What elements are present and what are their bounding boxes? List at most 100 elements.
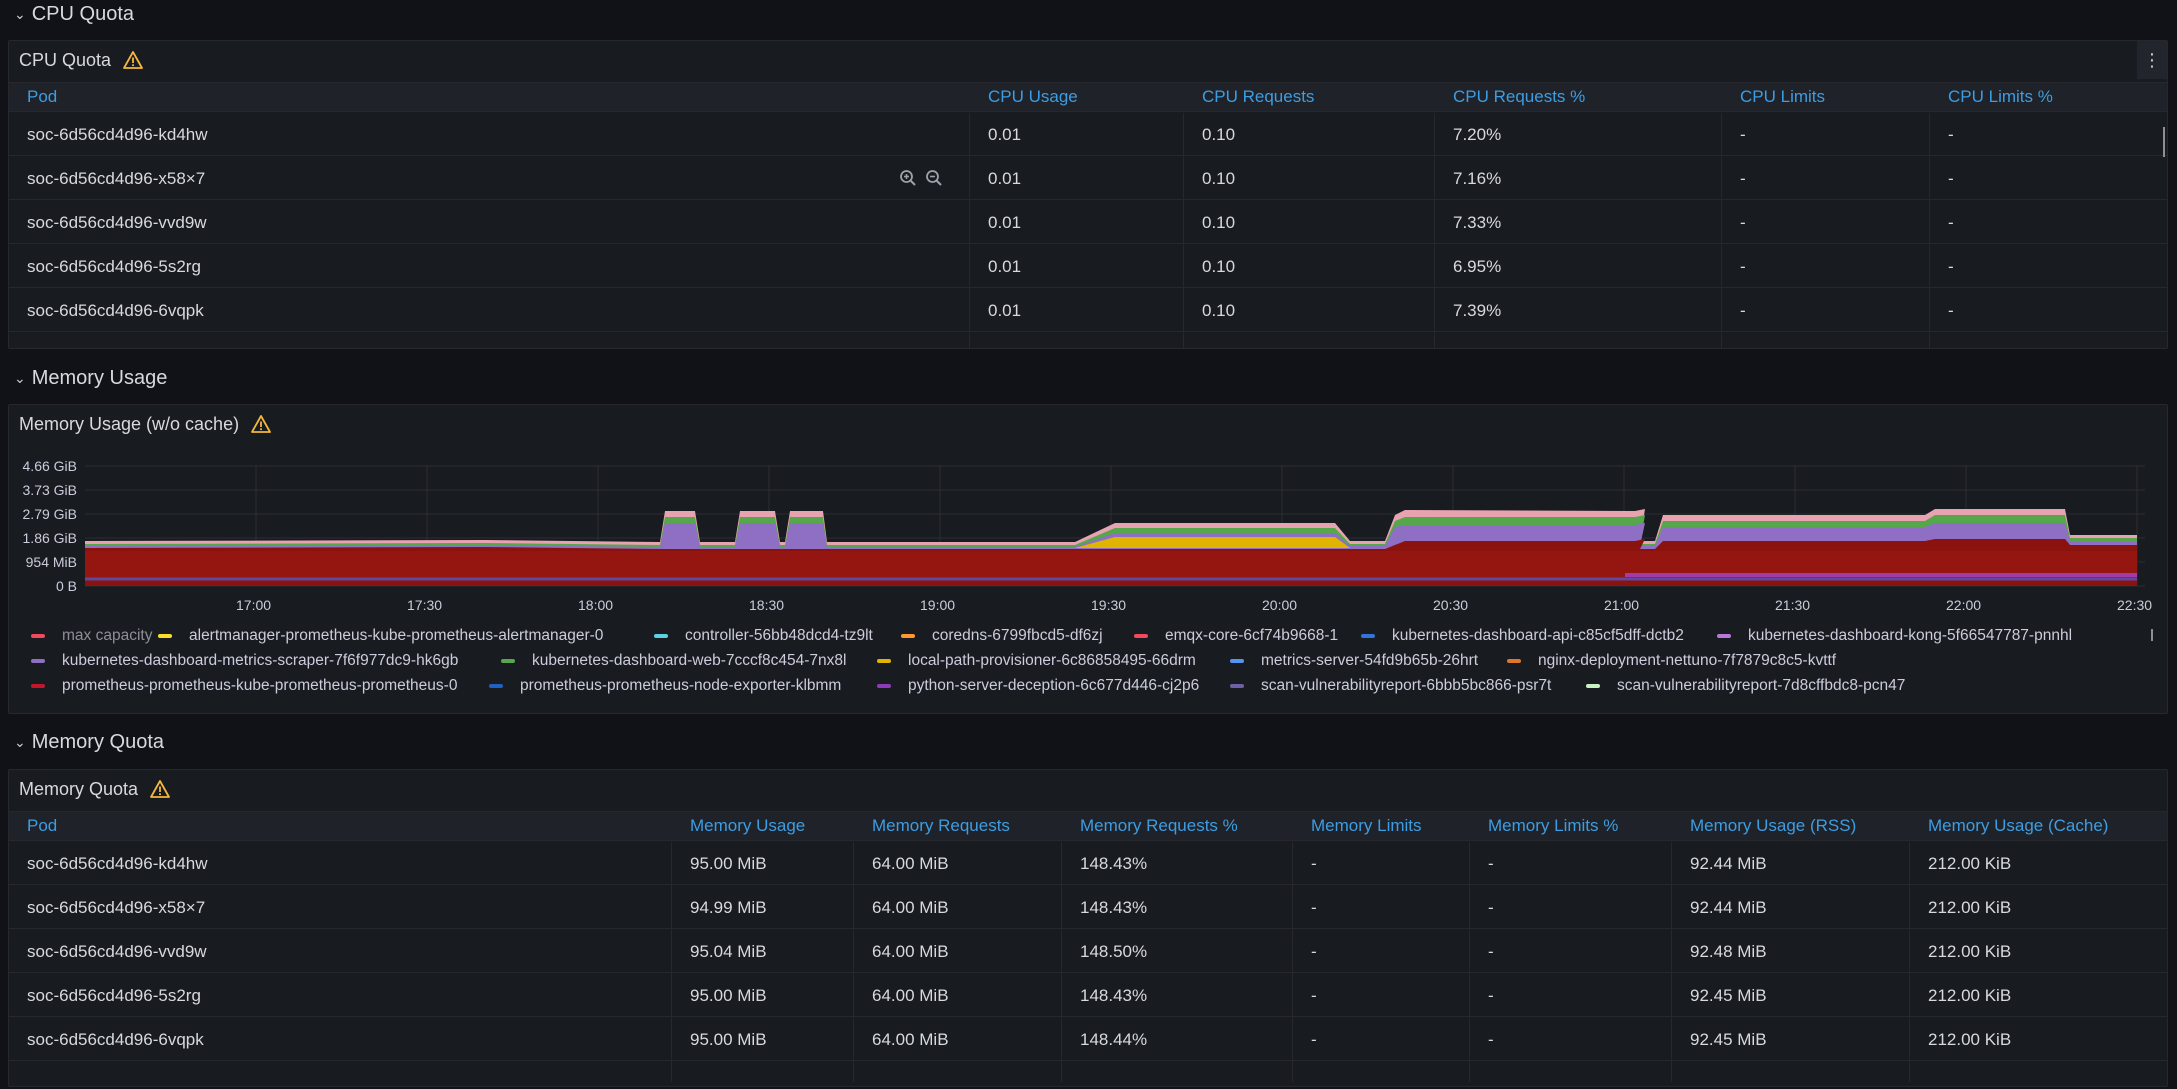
x-axis-tick: 22:00 (1946, 597, 1982, 613)
column-header-memory-requests-pct[interactable]: Memory Requests % (1080, 816, 1238, 836)
memory-usage-cell: 94.99 MiB (690, 898, 767, 917)
legend-item[interactable]: metrics-server-54fd9b65b-26hrt (1230, 652, 1478, 670)
warning-icon[interactable] (150, 780, 170, 798)
memory-requests-pct-cell: 148.43% (1080, 854, 1148, 873)
table-scrollbar[interactable] (2163, 127, 2165, 157)
table-row[interactable]: soc-6d56cd4d96-vvd9w 95.04 MiB 64.00 MiB… (9, 930, 2167, 973)
table-row[interactable]: soc-6d56cd4d96-x58×7 0.01 0.10 7.16% - - (9, 157, 2167, 200)
memory-usage-plot[interactable] (85, 465, 2145, 595)
table-row[interactable]: soc-6d56cd4d96-vvd9w 0.01 0.10 7.33% - - (9, 201, 2167, 244)
cpu-limits-pct-cell: - (1948, 125, 1954, 144)
table-row[interactable]: soc-6d56cd4d96-6vqpk 0.01 0.10 7.39% - - (9, 289, 2167, 332)
legend-item[interactable]: controller-56bb48dcd4-tz9lt (654, 627, 873, 645)
legend-item[interactable]: scan-vulnerabilityreport-7d8cffbdc8-pcn4… (1586, 677, 1905, 695)
column-header-cpu-usage[interactable]: CPU Usage (988, 87, 1078, 107)
memory-limits-pct-cell: - (1488, 1030, 1494, 1049)
column-header-memory-limits-pct[interactable]: Memory Limits % (1488, 816, 1618, 836)
legend-item[interactable]: kubernetes-dashboard-kong-5f66547787-pnn… (1717, 627, 2072, 645)
cpu-usage-cell: 0.01 (988, 301, 1022, 320)
memory-quota-table: Pod Memory Usage Memory Requests Memory … (9, 811, 2167, 1082)
column-header-cpu-limits-pct[interactable]: CPU Limits % (1948, 87, 2053, 107)
cpu-usage-cell: 0.01 (988, 125, 1022, 144)
cpu-limits-cell: - (1740, 169, 1746, 188)
column-header-memory-requests[interactable]: Memory Requests (872, 816, 1010, 836)
memory-rss-cell: 92.45 MiB (1690, 986, 1767, 1005)
y-axis-tick: 0 B (55, 578, 77, 594)
cpu-requests-pct-cell: 7.16% (1453, 169, 1502, 188)
table-row[interactable]: soc-6d56cd4d96-5s2rg 95.00 MiB 64.00 MiB… (9, 974, 2167, 1017)
chevron-down-icon: ⌄ (14, 733, 26, 750)
memory-cache-cell: 212.00 KiB (1928, 942, 2012, 961)
cpu-requests-cell: 0.10 (1202, 257, 1236, 276)
memory-cache-cell: 212.00 KiB (1928, 1030, 2012, 1049)
panel-menu-icon[interactable]: ⋮ (2137, 41, 2167, 79)
table-row[interactable]: soc-6d56cd4d96-6vqpk 95.00 MiB 64.00 MiB… (9, 1018, 2167, 1061)
row-header-memory-quota[interactable]: ⌄ Memory Quota (0, 728, 164, 756)
x-axis-tick: 20:00 (1262, 597, 1298, 613)
cpu-requests-pct-cell: 7.20% (1453, 125, 1502, 144)
memory-cache-cell: 212.00 KiB (1928, 854, 2012, 873)
column-header-cpu-requests-pct[interactable]: CPU Requests % (1453, 87, 1585, 107)
table-body: soc-6d56cd4d96-kd4hw 95.00 MiB 64.00 MiB… (9, 842, 2167, 1082)
legend-item[interactable]: prometheus-prometheus-node-exporter-klbm… (489, 677, 841, 695)
legend-item[interactable]: kubernetes-dashboard-web-7cccf8c454-7nx8… (501, 652, 847, 670)
column-header-cpu-limits[interactable]: CPU Limits (1740, 87, 1825, 107)
column-header-memory-usage-rss[interactable]: Memory Usage (RSS) (1690, 816, 1856, 836)
pod-cell: soc-6d56cd4d96-x58×7 (27, 169, 206, 188)
memory-usage-cell: 95.00 MiB (690, 854, 767, 873)
column-header-pod[interactable]: Pod (27, 816, 57, 836)
legend-item[interactable]: scan-vulnerabilityreport-6bbb5bc866-psr7… (1230, 677, 1551, 695)
table-row[interactable]: soc-6d56cd4d96-5s2rg 0.01 0.10 6.95% - - (9, 245, 2167, 288)
x-axis-tick: 18:00 (578, 597, 614, 613)
pod-cell: soc-6d56cd4d96-vvd9w (27, 213, 207, 232)
cpu-requests-cell: 0.10 (1202, 125, 1236, 144)
panel-header: CPU Quota (9, 41, 2167, 79)
legend-item[interactable]: kubernetes-dashboard-api-c85cf5dff-dctb2 (1361, 627, 1684, 645)
memory-requests-cell: 64.00 MiB (872, 898, 949, 917)
y-axis-tick: 954 MiB (25, 554, 77, 570)
table-body: soc-6d56cd4d96-kd4hw 0.01 0.10 7.20% - -… (9, 113, 2167, 349)
table-row[interactable]: soc-6d56cd4d96-x58×7 94.99 MiB 64.00 MiB… (9, 886, 2167, 929)
legend-item[interactable]: coredns-6799fbcd5-df6zj (901, 627, 1103, 645)
legend-item[interactable]: nginx-deployment-nettuno-7f7879c8c5-kvtt… (1507, 652, 1836, 670)
cpu-requests-pct-cell: 6.95% (1453, 257, 1502, 276)
column-header-cpu-requests[interactable]: CPU Requests (1202, 87, 1314, 107)
legend-item[interactable]: python-server-deception-6c677d446-cj2p6 (877, 677, 1199, 695)
warning-icon[interactable] (251, 415, 271, 433)
memory-limits-pct-cell: - (1488, 854, 1494, 873)
table-row[interactable]: soc-6d56cd4d96-kd4hw 0.01 0.10 7.20% - - (9, 113, 2167, 156)
y-axis-tick: 3.73 GiB (22, 482, 77, 498)
memory-requests-cell: 64.00 MiB (872, 942, 949, 961)
warning-icon[interactable] (123, 51, 143, 69)
zoom-out-icon[interactable] (925, 169, 943, 192)
memory-rss-cell: 92.44 MiB (1690, 854, 1767, 873)
legend-item[interactable]: local-path-provisioner-6c86858495-66drm (877, 652, 1196, 670)
column-header-memory-usage-cache[interactable]: Memory Usage (Cache) (1928, 816, 2108, 836)
table-header: Pod Memory Usage Memory Requests Memory … (9, 811, 2167, 841)
legend-item[interactable]: prometheus-prometheus-kube-prometheus-pr… (31, 677, 457, 695)
zoom-in-icon[interactable] (899, 169, 917, 192)
x-axis-tick: 21:00 (1604, 597, 1640, 613)
panel-title: Memory Quota (19, 778, 139, 799)
memory-limits-cell: - (1311, 1030, 1317, 1049)
legend-item[interactable]: alertmanager-prometheus-kube-prometheus-… (158, 627, 603, 645)
row-header-cpu-quota[interactable]: ⌄ CPU Quota (0, 0, 134, 28)
memory-rss-cell: 92.48 MiB (1690, 942, 1767, 961)
memory-requests-pct-cell: 148.43% (1080, 986, 1148, 1005)
column-header-memory-limits[interactable]: Memory Limits (1311, 816, 1422, 836)
chevron-down-icon: ⌄ (14, 369, 26, 386)
column-header-pod[interactable]: Pod (27, 87, 57, 107)
column-header-memory-usage[interactable]: Memory Usage (690, 816, 805, 836)
legend-item[interactable]: max capacity (31, 627, 152, 645)
cpu-limits-pct-cell: - (1948, 169, 1954, 188)
legend-scrollbar[interactable] (2151, 629, 2153, 641)
legend-item[interactable]: emqx-core-6cf74b9668-1 (1134, 627, 1338, 645)
cpu-requests-pct-cell: 7.33% (1453, 213, 1502, 232)
row-header-memory-usage[interactable]: ⌄ Memory Usage (0, 364, 167, 392)
memory-rss-cell: 92.45 MiB (1690, 1030, 1767, 1049)
panel-title: CPU Quota (19, 49, 112, 70)
table-row[interactable]: soc-6d56cd4d96-kd4hw 95.00 MiB 64.00 MiB… (9, 842, 2167, 885)
legend-item[interactable]: kubernetes-dashboard-metrics-scraper-7f6… (31, 652, 458, 670)
y-axis-tick: 1.86 GiB (22, 530, 77, 546)
cpu-usage-cell: 0.01 (988, 257, 1022, 276)
